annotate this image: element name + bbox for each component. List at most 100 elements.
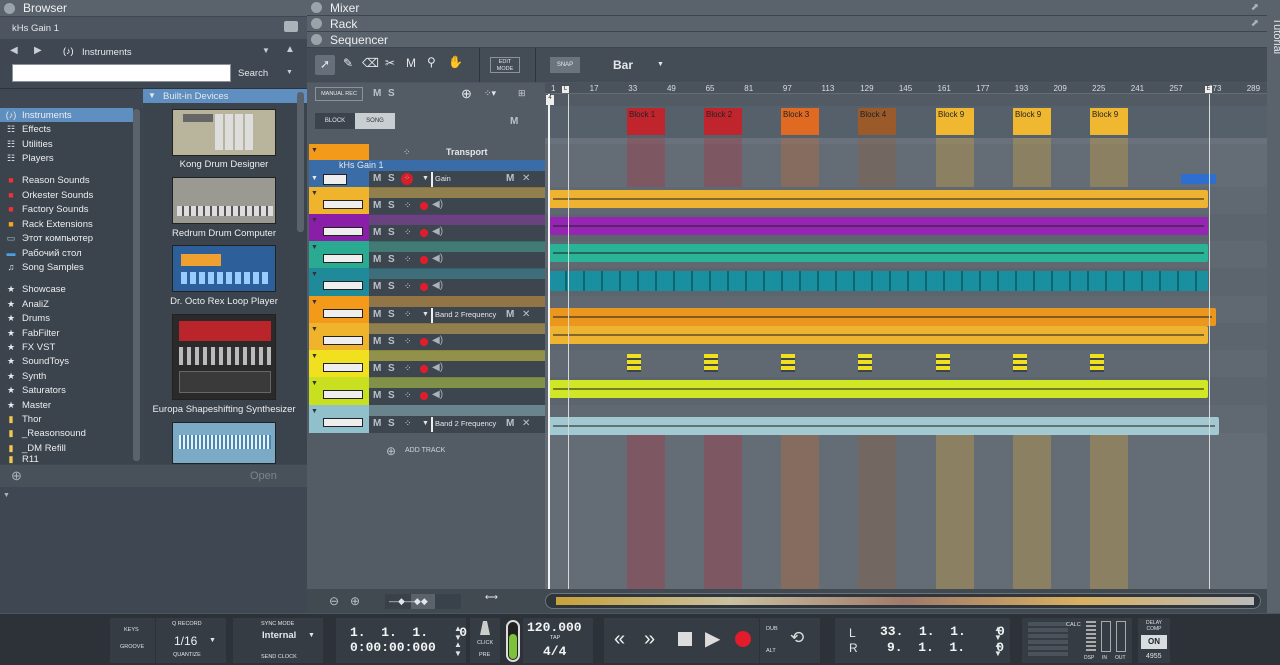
fast-forward-icon[interactable]: » [644, 628, 655, 651]
favorite-item[interactable]: ★ Drums [0, 311, 133, 325]
mute-button[interactable]: M [373, 390, 381, 401]
loop-icon[interactable]: ⟲ [790, 628, 804, 648]
loop-start-marker[interactable]: L [562, 86, 569, 93]
search-input[interactable] [12, 64, 231, 82]
keys-button[interactable]: KEYS [124, 627, 139, 633]
hand-tool-icon[interactable]: ✋ [448, 55, 463, 69]
track-height-selector[interactable]: —◆—◆◆ [385, 594, 461, 609]
mute-button[interactable]: M [373, 336, 381, 347]
gain-track[interactable]: ▼ M S ⁘ ▼ Gain M ✕ [309, 171, 545, 188]
device-thumb-drocto[interactable] [172, 245, 276, 292]
song-block[interactable]: Block 9 [1013, 108, 1051, 135]
up-arrow-icon[interactable]: ▲ [285, 44, 295, 55]
favorite-item[interactable]: ★ FX VST [0, 340, 133, 354]
folder-item[interactable]: ▮ Thor [0, 412, 133, 426]
clip[interactable] [936, 354, 950, 372]
favorite-item[interactable]: ★ Synth [0, 369, 133, 383]
speaker-icon[interactable]: ◀) [432, 199, 443, 210]
track-row[interactable]: ▼ M S ⁘ ◀) [309, 350, 545, 378]
alt-button[interactable]: ALT [766, 648, 776, 654]
loop-left-line[interactable] [568, 94, 569, 589]
device-thumb-europa[interactable] [172, 314, 276, 400]
mute-button[interactable]: M [373, 227, 381, 238]
automation-clip[interactable] [1181, 174, 1216, 184]
record-enable-icon[interactable] [420, 338, 428, 346]
grid-icon[interactable]: ⊞ [518, 88, 526, 99]
zoom-arrows-icon[interactable]: ⟷ [485, 592, 498, 603]
solo-button[interactable]: S [388, 390, 395, 401]
time-signature[interactable]: 4/4 [543, 644, 566, 659]
sidebar-item-players[interactable]: ☷ Players [0, 151, 133, 165]
quantize-dropdown-icon[interactable]: ▼ [209, 637, 216, 644]
clip[interactable] [781, 354, 795, 372]
loop-right-line[interactable] [1209, 94, 1210, 589]
close-icon[interactable]: ✕ [522, 309, 530, 320]
sidebar-item-song-samples[interactable]: ♫ Song Samples [0, 260, 133, 274]
mute-button[interactable]: M [373, 418, 381, 429]
dropdown-icon[interactable]: ▼ [422, 311, 429, 318]
mute-button[interactable]: M [373, 363, 381, 374]
sequencer-header[interactable]: Sequencer [307, 32, 1267, 48]
global-mute[interactable]: M [373, 88, 381, 99]
speaker-icon[interactable]: ◀) [432, 389, 443, 400]
loop-locators[interactable]: L R 33. 1. 1. 0 9. 1. 1. 0 ▲ ▼ ▲ ▼ [835, 618, 1010, 663]
send-clock-button[interactable]: SEND CLOCK [261, 654, 297, 660]
add-icon[interactable]: ⊕ [461, 86, 472, 102]
solo-button[interactable]: S [388, 254, 395, 265]
solo-button[interactable]: S [388, 418, 395, 429]
mixer-header[interactable]: Mixer ⬈ [307, 0, 1267, 16]
groove-button[interactable]: GROOVE [120, 644, 144, 650]
track-row[interactable]: ▼ M S ⁘ ▼ Band 2 Frequency M ✕ [309, 296, 545, 324]
close-icon[interactable]: ✕ [522, 418, 530, 429]
song-block[interactable]: Block 9 [936, 108, 974, 135]
sync-mode-value[interactable]: Internal [262, 630, 296, 641]
automation-icon[interactable]: ⁘ [404, 390, 412, 401]
edit-mode-button[interactable]: EDIT MODE [490, 57, 520, 73]
solo-button[interactable]: S [388, 336, 395, 347]
solo-button[interactable]: S [388, 309, 395, 320]
device-thumb-redrum[interactable] [172, 177, 276, 224]
global-solo[interactable]: S [388, 88, 395, 99]
clip[interactable] [627, 354, 641, 372]
delay-comp-toggle[interactable]: ON [1141, 635, 1167, 649]
pencil-tool-icon[interactable]: ✎ [343, 56, 353, 70]
open-button[interactable]: Open [250, 470, 277, 482]
mute-button[interactable]: M [373, 254, 381, 265]
tap-button[interactable]: TAP [550, 635, 560, 641]
snap-dropdown-icon[interactable]: ▼ [657, 61, 664, 68]
track-row[interactable]: ▼ M S ⁘ ▼ Band 2 Frequency M ✕ [309, 405, 545, 433]
folder-item[interactable]: ▮ _Reasonsound [0, 426, 133, 440]
manual-rec-button[interactable]: MANUAL REC [315, 87, 363, 101]
position-marker[interactable]: 4 [546, 95, 554, 105]
block-song-toggle[interactable]: BLOCK SONG [315, 113, 395, 129]
time-spinner-icon[interactable]: ▲ ▼ [454, 640, 462, 658]
favorite-item[interactable]: ★ SoundToys [0, 354, 133, 368]
eraser-tool-icon[interactable]: ⌫ [362, 56, 379, 70]
location-dropdown-icon[interactable]: ▼ [262, 46, 270, 55]
clip[interactable] [858, 354, 872, 372]
forward-arrow-icon[interactable]: ▶ [34, 45, 42, 56]
song-start-marker[interactable] [548, 94, 550, 589]
expand-icon[interactable]: ▼ [311, 271, 318, 278]
folder-icon[interactable] [284, 21, 298, 32]
clip[interactable] [1090, 354, 1104, 372]
device-thumb-kong[interactable] [172, 109, 276, 156]
add-track-button[interactable]: ADD TRACK [405, 447, 445, 454]
speaker-icon[interactable]: ◀) [432, 253, 443, 264]
speaker-icon[interactable]: ◀) [432, 335, 443, 346]
click-level-slider[interactable] [506, 620, 520, 662]
browser-header[interactable]: Browser [0, 0, 307, 16]
metronome-icon[interactable] [480, 621, 490, 635]
sidebar-item-rack-extensions[interactable]: ■ Rack Extensions [0, 217, 133, 231]
lane-background[interactable] [545, 350, 1267, 378]
magnify-tool-icon[interactable]: ⚲ [427, 55, 436, 69]
detach-icon[interactable]: ⬈ [1251, 18, 1259, 29]
dropdown-icon[interactable]: ▼ [422, 420, 429, 427]
search-button[interactable]: Search [238, 68, 268, 79]
clip[interactable] [549, 417, 1219, 435]
q-record-button[interactable]: Q RECORD [172, 621, 202, 627]
automation-icon[interactable]: ⁘ [404, 254, 412, 265]
loop-end-marker[interactable]: E [1205, 86, 1212, 93]
play-icon[interactable]: ▶ [705, 626, 720, 651]
add-track-icon[interactable]: ⊕ [386, 444, 396, 458]
